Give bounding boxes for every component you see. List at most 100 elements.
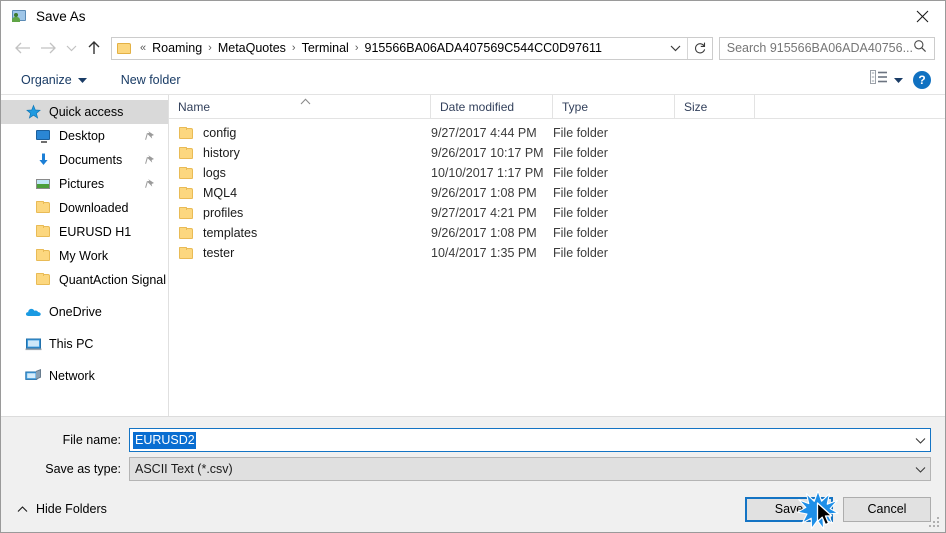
sidebar-label: OneDrive: [49, 305, 102, 319]
folder-icon: [178, 246, 195, 260]
cancel-label: Cancel: [867, 502, 907, 516]
pin-icon[interactable]: [145, 178, 156, 192]
file-name-cell: profiles: [169, 206, 431, 220]
new-folder-button[interactable]: New folder: [117, 71, 185, 89]
file-name-cell: logs: [169, 166, 431, 180]
sidebar-item-eurusd-h1[interactable]: EURUSD H1: [1, 220, 168, 244]
sidebar-item-onedrive[interactable]: OneDrive: [1, 300, 168, 324]
dialog-body: Quick access Desktop Documents Pictures …: [1, 95, 945, 416]
filename-input[interactable]: EURUSD2: [129, 428, 931, 452]
sidebar-item-pictures[interactable]: Pictures: [1, 172, 168, 196]
pin-icon[interactable]: [145, 130, 156, 144]
file-list-pane: Name Date modified Type Size config 9/27…: [169, 95, 945, 416]
table-row[interactable]: history 9/26/2017 10:17 PM File folder: [169, 143, 945, 163]
sidebar-label: EURUSD H1: [59, 225, 132, 239]
file-type: File folder: [553, 246, 608, 260]
sidebar-label: QuantAction Signal: [59, 273, 167, 287]
save-button[interactable]: Save: [745, 496, 833, 522]
view-options-button[interactable]: [870, 70, 903, 89]
sidebar-item-documents[interactable]: Documents: [1, 148, 168, 172]
dialog-footer: Hide Folders Save Cancel: [1, 486, 945, 532]
pictures-icon: [35, 176, 52, 192]
onedrive-cloud-icon: [25, 304, 42, 320]
file-type: File folder: [553, 186, 608, 200]
file-name: templates: [203, 226, 258, 240]
sidebar-item-downloaded[interactable]: Downloaded: [1, 196, 168, 220]
table-row[interactable]: tester 10/4/2017 1:35 PM File folder: [169, 243, 945, 263]
sidebar-item-desktop[interactable]: Desktop: [1, 124, 168, 148]
column-header-name[interactable]: Name: [169, 95, 431, 118]
back-icon[interactable]: [9, 35, 35, 61]
sidebar-item-this-pc[interactable]: This PC: [1, 332, 168, 356]
filename-value: EURUSD2: [133, 431, 196, 449]
sidebar-item-network[interactable]: Network: [1, 364, 168, 388]
file-name-cell: MQL4: [169, 186, 431, 200]
resize-grip-icon[interactable]: [929, 517, 941, 529]
address-bar[interactable]: « Roaming › MetaQuotes › Terminal › 9155…: [111, 36, 713, 60]
table-row[interactable]: profiles 9/27/2017 4:21 PM File folder: [169, 203, 945, 223]
recent-locations-icon[interactable]: [61, 35, 81, 61]
folder-icon: [35, 272, 52, 288]
up-icon[interactable]: [81, 35, 107, 61]
file-name: config: [203, 126, 237, 140]
folder-icon: [178, 186, 195, 200]
breadcrumb-item-2[interactable]: Terminal: [300, 41, 351, 55]
sidebar-item-quantaction-signal[interactable]: QuantAction Signal: [1, 268, 168, 292]
breadcrumb-overflow[interactable]: «: [136, 42, 150, 54]
help-icon[interactable]: ?: [913, 70, 931, 89]
table-row[interactable]: config 9/27/2017 4:44 PM File folder: [169, 123, 945, 143]
column-header-type[interactable]: Type: [553, 95, 675, 118]
filetype-dropdown-icon[interactable]: [910, 466, 930, 473]
navigation-sidebar: Quick access Desktop Documents Pictures …: [1, 95, 169, 416]
filetype-select[interactable]: ASCII Text (*.csv): [129, 457, 931, 481]
command-toolbar: Organize New folder ?: [1, 65, 945, 95]
table-row[interactable]: templates 9/26/2017 1:08 PM File folder: [169, 223, 945, 243]
save-label: Save: [774, 502, 804, 516]
filetype-label: Save as type:: [45, 462, 121, 476]
breadcrumb-item-1[interactable]: MetaQuotes: [216, 41, 288, 55]
sort-ascending-caret-icon: [300, 94, 311, 108]
table-row[interactable]: logs 10/10/2017 1:17 PM File folder: [169, 163, 945, 183]
filename-dropdown-icon[interactable]: [910, 437, 930, 444]
sidebar-item-my-work[interactable]: My Work: [1, 244, 168, 268]
documents-download-icon: [35, 152, 52, 168]
breadcrumb-separator-2[interactable]: ›: [351, 42, 363, 54]
sidebar-label: My Work: [59, 249, 109, 263]
column-header-date-modified[interactable]: Date modified: [431, 95, 553, 118]
breadcrumb-item-0[interactable]: Roaming: [150, 41, 204, 55]
save-as-dialog: Save As « Roaming › MetaQuotes › Termina…: [0, 0, 946, 533]
sidebar-label: Desktop: [59, 129, 105, 143]
organize-button[interactable]: Organize: [17, 71, 91, 89]
search-icon[interactable]: [913, 39, 930, 58]
sidebar-label: Documents: [59, 153, 123, 167]
desktop-icon: [35, 128, 52, 144]
column-header-size[interactable]: Size: [675, 95, 755, 118]
table-row[interactable]: MQL4 9/26/2017 1:08 PM File folder: [169, 183, 945, 203]
file-name: profiles: [203, 206, 244, 220]
breadcrumb-separator-1[interactable]: ›: [288, 42, 300, 54]
sidebar-label: Network: [49, 369, 95, 383]
folder-icon: [178, 146, 195, 160]
file-date: 9/26/2017 10:17 PM: [431, 146, 544, 160]
forward-icon[interactable]: [35, 35, 61, 61]
caret-down-icon: [77, 73, 87, 87]
folder-icon: [35, 200, 52, 216]
hide-folders-label: Hide Folders: [36, 502, 107, 516]
breadcrumb-separator-0[interactable]: ›: [204, 42, 216, 54]
folder-icon: [178, 226, 195, 240]
cancel-button[interactable]: Cancel: [843, 496, 931, 522]
sidebar-item-quick-access[interactable]: Quick access: [1, 100, 168, 124]
breadcrumb-item-3[interactable]: 915566BA06ADA407569C544CC0D97611: [363, 41, 604, 55]
save-form: File name: EURUSD2 Save as type: ASCII T…: [1, 416, 945, 486]
pin-icon[interactable]: [145, 154, 156, 168]
refresh-icon[interactable]: [688, 38, 712, 59]
sidebar-label: This PC: [49, 337, 94, 351]
new-folder-label: New folder: [120, 72, 181, 87]
search-placeholder: Search 915566BA06ADA40756...: [726, 41, 913, 55]
address-dropdown-icon[interactable]: [665, 38, 687, 59]
close-icon[interactable]: [899, 1, 945, 31]
column-label: Name: [178, 99, 211, 114]
hide-folders-button[interactable]: Hide Folders: [11, 502, 107, 516]
search-input[interactable]: Search 915566BA06ADA40756...: [718, 36, 935, 60]
